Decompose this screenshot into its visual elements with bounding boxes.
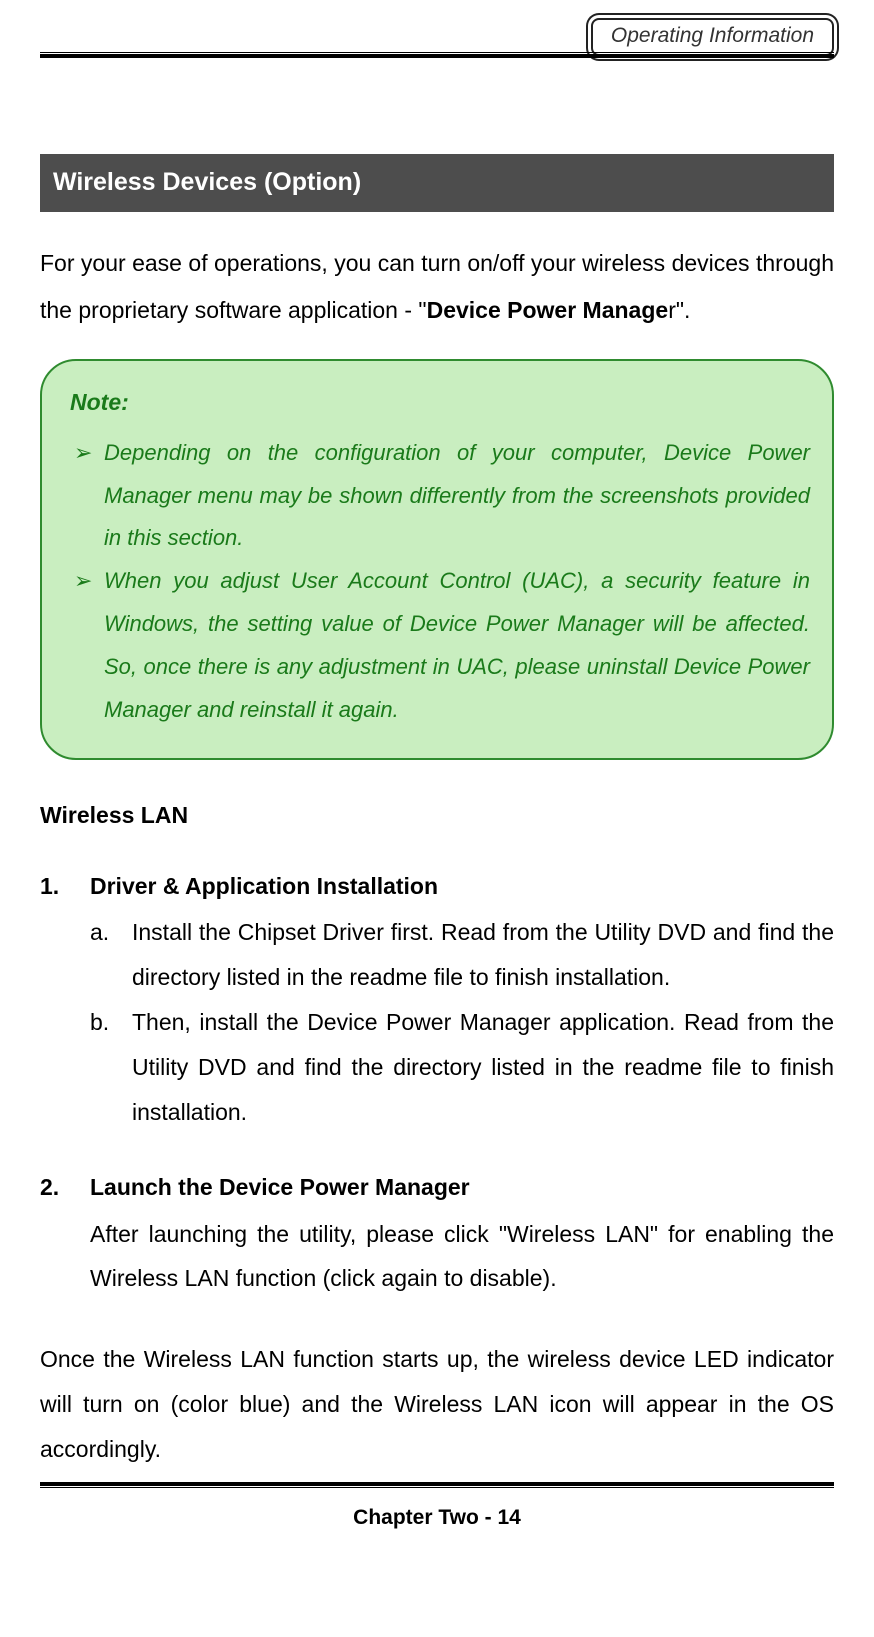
note-box: Note: ➢ Depending on the configuration of… — [40, 359, 834, 760]
step-2: 2. Launch the Device Power Manager After… — [40, 1164, 834, 1301]
step-number: 2. — [40, 1164, 70, 1211]
bottom-rule — [40, 1482, 834, 1488]
numbered-list: 1. Driver & Application Installation a. … — [40, 863, 834, 1301]
intro-paragraph: For your ease of operations, you can tur… — [40, 240, 834, 334]
bullet-arrow-icon: ➢ — [74, 560, 92, 603]
step-title: Launch the Device Power Manager — [90, 1164, 470, 1211]
intro-post: r". — [668, 297, 690, 323]
note-item-text: When you adjust User Account Control (UA… — [104, 568, 810, 722]
substep: b. Then, install the Device Power Manage… — [90, 1000, 834, 1135]
bullet-arrow-icon: ➢ — [74, 432, 92, 475]
content: Wireless Devices (Option) For your ease … — [40, 54, 834, 1472]
subheading: Wireless LAN — [40, 792, 834, 839]
substep-text: Install the Chipset Driver first. Read f… — [132, 910, 834, 1000]
step-2-heading: 2. Launch the Device Power Manager — [40, 1164, 834, 1211]
note-item: ➢ Depending on the configuration of your … — [74, 432, 810, 561]
step-2-body: After launching the utility, please clic… — [40, 1212, 834, 1302]
step-1-substeps: a. Install the Chipset Driver first. Rea… — [40, 910, 834, 1134]
substep-letter: b. — [90, 1000, 114, 1135]
step-number: 1. — [40, 863, 70, 910]
substep: a. Install the Chipset Driver first. Rea… — [90, 910, 834, 1000]
note-item: ➢ When you adjust User Account Control (U… — [74, 560, 810, 732]
page-footer: Chapter Two - 14 — [0, 1506, 874, 1530]
closing-paragraph: Once the Wireless LAN function starts up… — [40, 1337, 834, 1472]
step-title: Driver & Application Installation — [90, 863, 438, 910]
step-1-heading: 1. Driver & Application Installation — [40, 863, 834, 910]
step-1: 1. Driver & Application Installation a. … — [40, 863, 834, 1134]
note-item-text: Depending on the configuration of your c… — [104, 440, 810, 551]
substep-letter: a. — [90, 910, 114, 1000]
note-title: Note: — [70, 379, 810, 426]
section-title: Wireless Devices (Option) — [40, 154, 834, 212]
note-list: ➢ Depending on the configuration of your … — [70, 432, 810, 732]
top-rule — [40, 52, 834, 58]
intro-bold: Device Power Manage — [427, 297, 669, 323]
page: Operating Information Wireless Devices (… — [0, 0, 874, 1560]
header-row: Operating Information — [40, 14, 834, 54]
substep-text: Then, install the Device Power Manager a… — [132, 1000, 834, 1135]
header-badge: Operating Information — [591, 18, 834, 56]
